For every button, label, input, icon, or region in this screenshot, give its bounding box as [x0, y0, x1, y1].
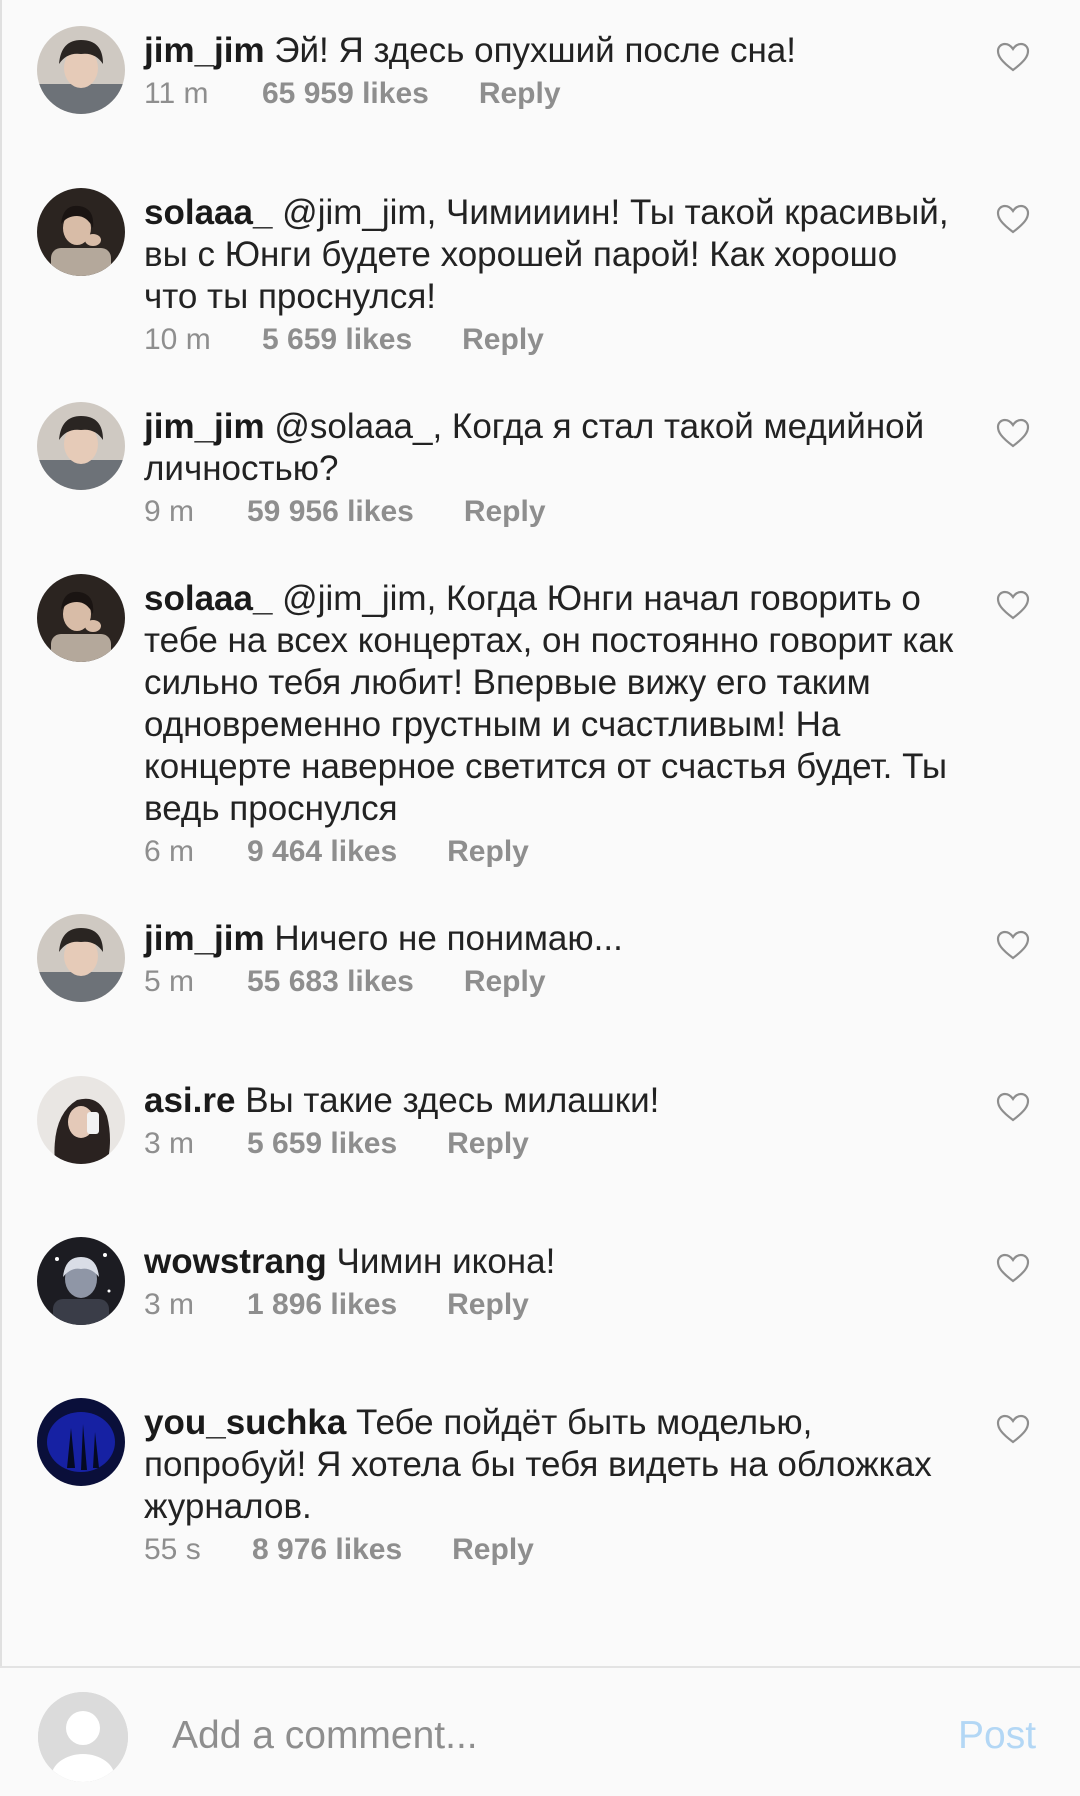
avatar-wowstrang[interactable] — [37, 1237, 125, 1325]
comment-body: jim_jim Эй! Я здесь опухший после сна! 1… — [144, 30, 954, 114]
comment-meta: 9 m 59 956 likes Reply — [144, 492, 954, 532]
like-heart-icon[interactable] — [996, 590, 1030, 620]
comment-username[interactable]: asi.re — [144, 1081, 235, 1120]
comment-meta: 55 s 8 976 likes Reply — [144, 1530, 954, 1570]
add-comment-input[interactable] — [172, 1708, 912, 1764]
comment-likes[interactable]: 5 659 likes — [247, 1124, 397, 1164]
comment-time: 11 m — [144, 77, 209, 110]
comment-body: solaaa_ @jim_jim, Когда Юнги начал говор… — [144, 578, 954, 872]
like-heart-icon[interactable] — [996, 42, 1030, 72]
comment-likes[interactable]: 8 976 likes — [252, 1530, 402, 1570]
reply-button[interactable]: Reply — [462, 323, 544, 356]
comment-username[interactable]: solaaa_ — [144, 193, 272, 232]
comment-body: solaaa_ @jim_jim, Чимиииин! Ты такой кра… — [144, 192, 954, 360]
current-user-avatar-icon — [38, 1692, 128, 1782]
comment-composer: Post — [0, 1666, 1080, 1796]
like-heart-icon[interactable] — [996, 930, 1030, 960]
reply-button[interactable]: Reply — [464, 965, 546, 998]
post-button[interactable]: Post — [958, 1708, 1036, 1764]
comment-body: jim_jim Ничего не понимаю... 5 m 55 683 l… — [144, 918, 954, 1002]
comment-username[interactable]: wowstrang — [144, 1242, 327, 1281]
comment-time: 3 m — [144, 1288, 195, 1321]
comment-likes[interactable]: 9 464 likes — [247, 832, 397, 872]
comment-username[interactable]: you_suchka — [144, 1403, 346, 1442]
comment-text: Ничего не понимаю... — [274, 919, 623, 958]
comment-meta: 10 m 5 659 likes Reply — [144, 320, 954, 360]
comment-body: asi.re Вы такие здесь милашки! 3 m 5 659 … — [144, 1080, 954, 1164]
comment-text: Вы такие здесь милашки! — [245, 1081, 660, 1120]
comment-body: jim_jim @solaaa_, Когда я стал такой мед… — [144, 406, 954, 532]
comment-meta: 6 m 9 464 likes Reply — [144, 832, 954, 872]
comment-username[interactable]: jim_jim — [144, 919, 265, 958]
avatar-solaaa[interactable] — [37, 574, 125, 662]
reply-button[interactable]: Reply — [452, 1533, 534, 1566]
comment-meta: 5 m 55 683 likes Reply — [144, 962, 954, 1002]
comment-likes[interactable]: 5 659 likes — [262, 320, 412, 360]
comment-username[interactable]: jim_jim — [144, 31, 265, 70]
avatar-you-suchka[interactable] — [37, 1398, 125, 1486]
comment-text: Эй! Я здесь опухший после сна! — [274, 31, 796, 70]
left-edge-divider — [0, 0, 2, 1794]
like-heart-icon[interactable] — [996, 1253, 1030, 1283]
comment-likes[interactable]: 1 896 likes — [247, 1285, 397, 1325]
comment-time: 6 m — [144, 835, 195, 868]
like-heart-icon[interactable] — [996, 1414, 1030, 1444]
comment-time: 10 m — [144, 323, 211, 356]
reply-button[interactable]: Reply — [464, 495, 546, 528]
comment-likes[interactable]: 59 956 likes — [247, 492, 414, 532]
comment-username[interactable]: jim_jim — [144, 407, 265, 446]
comment-body: wowstrang Чимин икона! 3 m 1 896 likes Rep… — [144, 1241, 954, 1325]
comment-meta: 3 m 1 896 likes Reply — [144, 1285, 954, 1325]
comment-meta: 11 m 65 959 likes Reply — [144, 74, 954, 114]
like-heart-icon[interactable] — [996, 1092, 1030, 1122]
like-heart-icon[interactable] — [996, 204, 1030, 234]
reply-button[interactable]: Reply — [447, 1288, 529, 1321]
comment-time: 9 m — [144, 495, 195, 528]
comment-text: Чимин икона! — [336, 1242, 556, 1281]
avatar-solaaa[interactable] — [37, 188, 125, 276]
comment-likes[interactable]: 65 959 likes — [262, 74, 429, 114]
avatar-asi-re[interactable] — [37, 1076, 125, 1164]
comment-likes[interactable]: 55 683 likes — [247, 962, 414, 1002]
reply-button[interactable]: Reply — [479, 77, 561, 110]
avatar-jim-jim[interactable] — [37, 26, 125, 114]
comment-time: 5 m — [144, 965, 195, 998]
reply-button[interactable]: Reply — [447, 1127, 529, 1160]
comment-body: you_suchka Тебе пойдёт быть моделью, поп… — [144, 1402, 954, 1570]
comment-time: 3 m — [144, 1127, 195, 1160]
like-heart-icon[interactable] — [996, 418, 1030, 448]
comment-time: 55 s — [144, 1533, 201, 1566]
avatar-jim-jim[interactable] — [37, 402, 125, 490]
reply-button[interactable]: Reply — [447, 835, 529, 868]
comment-meta: 3 m 5 659 likes Reply — [144, 1124, 954, 1164]
comment-username[interactable]: solaaa_ — [144, 579, 272, 618]
avatar-jim-jim[interactable] — [37, 914, 125, 1002]
